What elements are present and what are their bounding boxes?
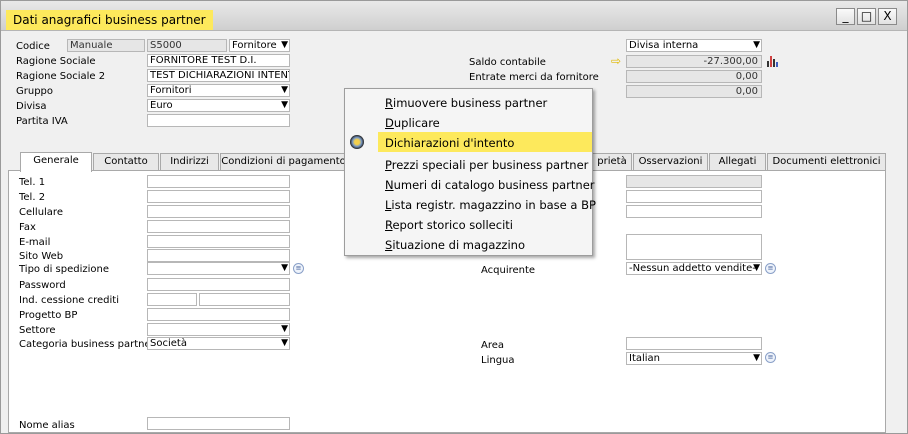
ragione-sociale-label: Ragione Sociale [16, 56, 96, 67]
close-icon: X [883, 9, 892, 23]
settore-select[interactable]: ▼ [147, 323, 290, 336]
chevron-down-icon: ▼ [281, 263, 288, 273]
cellulare-label: Cellulare [19, 207, 63, 218]
lingua-label: Lingua [481, 355, 515, 366]
minimize-icon: _ [842, 9, 849, 23]
window-title: Dati anagrafici business partner [6, 10, 213, 30]
ragione-sociale-2-field[interactable]: TEST DICHIARAZIONI INTENT [147, 69, 290, 82]
sito-web-field[interactable] [147, 249, 290, 262]
tab-generale[interactable]: Generale [20, 152, 92, 172]
ind-cessione-label: Ind. cessione crediti [19, 295, 119, 306]
password-field[interactable] [147, 278, 290, 291]
chevron-down-icon: ▼ [281, 324, 288, 334]
divisa-label: Divisa [16, 101, 47, 112]
area-label: Area [481, 340, 505, 351]
chevron-down-icon: ▼ [753, 263, 760, 273]
list-button-icon[interactable]: ≡ [765, 352, 776, 363]
tab-proprieta[interactable]: prietà [592, 153, 632, 170]
chart-icon[interactable] [766, 54, 780, 67]
acquirente-select[interactable]: -Nessun addetto vendite- ▼ [626, 262, 762, 275]
context-menu: Rimuovere business partner Duplicare Dic… [344, 88, 596, 256]
close-button[interactable]: X [878, 8, 897, 25]
ragione-sociale-2-label: Ragione Sociale 2 [16, 71, 106, 82]
tel2-field[interactable] [147, 190, 290, 203]
menu-item-situazione-magazzino[interactable]: Situazione di magazzino [345, 234, 592, 254]
currency-view-select[interactable]: Divisa interna ▼ [626, 39, 762, 52]
ragione-sociale-field[interactable]: FORNITORE TEST D.I. [147, 54, 290, 67]
series-field[interactable]: Manuale [67, 39, 145, 52]
right-field-1[interactable] [626, 175, 762, 188]
tipo-spedizione-select[interactable]: ▼ [147, 262, 290, 275]
menu-item-numeri-catalogo[interactable]: Numeri di catalogo business partner [345, 174, 595, 194]
sito-web-label: Sito Web [19, 251, 64, 262]
nome-alias-field[interactable] [147, 417, 290, 430]
chevron-down-icon: ▼ [281, 338, 288, 348]
bp-master-data-window: Dati anagrafici business partner _ □ X C… [0, 0, 908, 434]
link-arrow-icon[interactable]: ⇨ [611, 54, 621, 68]
entrate-merci-label: Entrate merci da fornitore [469, 72, 599, 83]
ind-cessione-field-2[interactable] [199, 293, 290, 306]
code-field[interactable]: S5000 [147, 39, 227, 52]
saldo-contabile-label: Saldo contabile [469, 57, 546, 68]
tab-documenti-elettronici[interactable]: Documenti elettronici [767, 153, 886, 170]
fax-label: Fax [19, 222, 36, 233]
ind-cessione-field-1[interactable] [147, 293, 197, 306]
partita-iva-field[interactable] [147, 114, 290, 127]
tab-condizioni-pagamento[interactable]: Condizioni di pagamento [220, 153, 347, 170]
ordini-field: 0,00 [626, 85, 762, 98]
menu-item-rimuovere-bp[interactable]: Rimuovere business partner [345, 92, 592, 112]
minimize-button[interactable]: _ [836, 8, 855, 25]
email-field[interactable] [147, 235, 290, 248]
title-bar: Dati anagrafici business partner _ □ X [1, 1, 907, 31]
chevron-down-icon: ▼ [281, 40, 288, 50]
partita-iva-label: Partita IVA [16, 116, 68, 127]
list-button-icon[interactable]: ≡ [765, 263, 776, 274]
chevron-down-icon: ▼ [753, 40, 760, 50]
tel2-label: Tel. 2 [19, 192, 46, 203]
chevron-down-icon: ▼ [281, 85, 288, 95]
nome-alias-label: Nome alias [19, 420, 75, 431]
cellulare-field[interactable] [147, 205, 290, 218]
tipo-spedizione-label: Tipo di spedizione [19, 264, 109, 275]
categoria-bp-label: Categoria business partner [19, 339, 155, 350]
right-field-2[interactable] [626, 190, 762, 203]
tab-contatto[interactable]: Contatto [93, 153, 159, 170]
menu-item-report-solleciti[interactable]: Report storico solleciti [345, 214, 592, 234]
menu-item-lista-registr[interactable]: Lista registr. magazzino in base a BP [345, 194, 596, 214]
tab-indirizzi[interactable]: Indirizzi [160, 153, 219, 170]
email-label: E-mail [19, 237, 51, 248]
area-field[interactable] [626, 337, 762, 350]
categoria-bp-select[interactable]: Società ▼ [147, 337, 290, 350]
progetto-bp-field[interactable] [147, 308, 290, 321]
maximize-icon: □ [860, 9, 873, 23]
tab-osservazioni[interactable]: Osservazioni [633, 153, 708, 170]
right-field-3[interactable] [626, 205, 762, 218]
list-button-icon[interactable]: ≡ [293, 263, 304, 274]
menu-item-duplicare[interactable]: Duplicare [345, 112, 592, 132]
gruppo-select[interactable]: Fornitori ▼ [147, 84, 290, 97]
tel1-label: Tel. 1 [19, 177, 46, 188]
saldo-contabile-field: -27.300,00 [626, 55, 762, 68]
right-textarea[interactable] [626, 234, 762, 260]
declaration-icon [350, 135, 364, 149]
chevron-down-icon: ▼ [753, 353, 760, 363]
divisa-select[interactable]: Euro ▼ [147, 99, 290, 112]
bp-type-select[interactable]: Fornitore ▼ [229, 39, 290, 52]
tab-allegati[interactable]: Allegati [709, 153, 766, 170]
menu-item-dichiarazioni-intento[interactable]: Dichiarazioni d'intento [345, 132, 592, 152]
settore-label: Settore [19, 325, 56, 336]
fax-field[interactable] [147, 220, 290, 233]
maximize-button[interactable]: □ [857, 8, 876, 25]
tel1-field[interactable] [147, 175, 290, 188]
progetto-bp-label: Progetto BP [19, 310, 78, 321]
acquirente-label: Acquirente [481, 265, 536, 276]
gruppo-label: Gruppo [16, 86, 54, 97]
entrate-merci-field: 0,00 [626, 70, 762, 83]
lingua-select[interactable]: Italian ▼ [626, 352, 762, 365]
codice-label: Codice [16, 41, 50, 52]
menu-item-prezzi-speciali[interactable]: Prezzi speciali per business partner [345, 154, 592, 174]
password-label: Password [19, 280, 66, 291]
chevron-down-icon: ▼ [281, 100, 288, 110]
